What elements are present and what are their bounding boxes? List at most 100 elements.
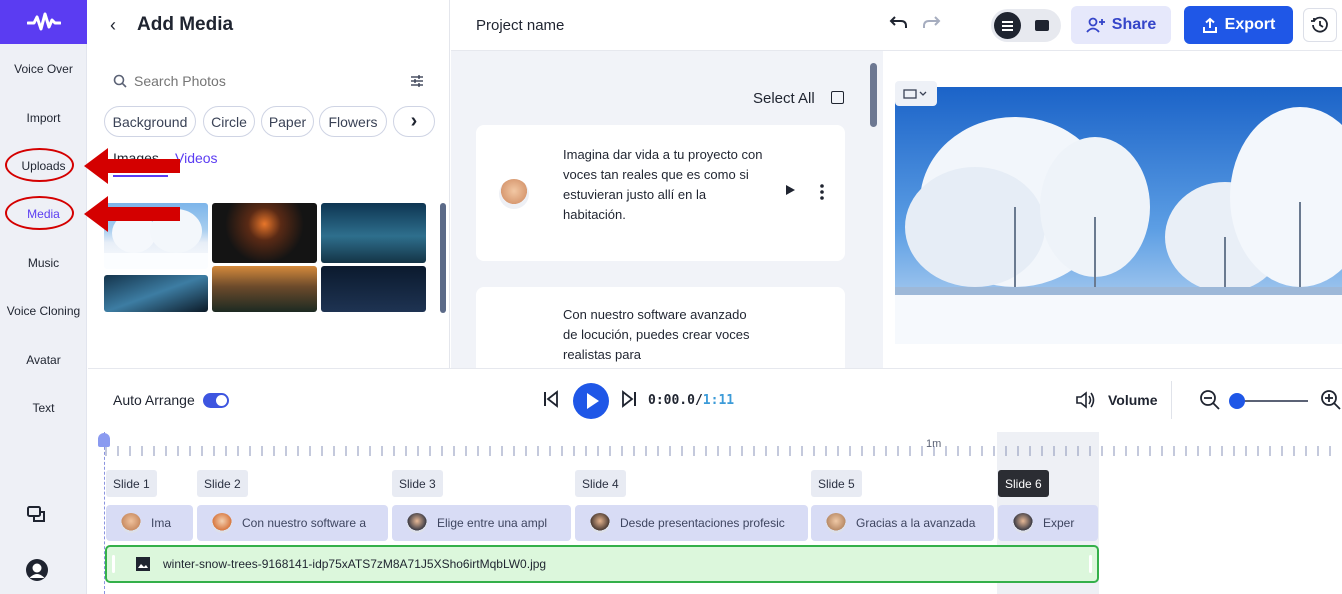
total-time: 1:11	[702, 393, 735, 408]
sidebar-item-label: Avatar	[26, 353, 61, 367]
filter-sliders-icon[interactable]	[410, 74, 424, 93]
script-card-text[interactable]: Con nuestro software avanzado de locució…	[563, 305, 763, 365]
export-button[interactable]: Export	[1184, 6, 1293, 44]
user-avatar-icon[interactable]	[25, 558, 49, 587]
script-card[interactable]: Con nuestro software avanzado de locució…	[476, 287, 845, 368]
chat-icon[interactable]	[26, 504, 48, 531]
zoom-out-icon[interactable]	[1199, 389, 1221, 416]
media-thumbnail-underwater[interactable]	[321, 203, 426, 263]
clip-handle-right[interactable]	[1089, 555, 1092, 573]
slide-tag-5[interactable]: Slide 5	[811, 470, 862, 497]
slide-label: Slide 4	[582, 476, 619, 491]
chevron-right-icon: ›	[410, 110, 418, 132]
aspect-ratio-icon	[903, 88, 927, 99]
history-button[interactable]	[1303, 8, 1337, 42]
time-separator: /	[694, 393, 703, 408]
sidebar-item-voice-over[interactable]: Voice Over	[0, 62, 87, 76]
chip-paper[interactable]: Paper	[261, 106, 314, 137]
slide-tag-3[interactable]: Slide 3	[392, 470, 443, 497]
slide-preview	[884, 51, 1342, 368]
annotation-ellipse-media	[5, 196, 74, 230]
volume-label[interactable]: Volume	[1108, 392, 1158, 408]
media-thumbnail-night-creature[interactable]	[104, 275, 208, 312]
playback-controls: Auto Arrange 0:00.0/1:11 Volume	[88, 368, 1342, 432]
divider	[1171, 381, 1172, 419]
media-thumbnail-lakeside-house[interactable]	[212, 266, 317, 312]
sidebar-item-import[interactable]: Import	[0, 111, 87, 125]
voice-clip[interactable]: Exper	[998, 505, 1098, 541]
view-mode-toggle[interactable]	[991, 9, 1061, 42]
play-button[interactable]	[573, 383, 609, 419]
slide-label: Slide 6	[1005, 476, 1042, 491]
chip-flowers[interactable]: Flowers	[319, 106, 387, 137]
chip-background[interactable]: Background	[104, 106, 196, 137]
sidebar-item-avatar[interactable]: Avatar	[0, 353, 87, 367]
sidebar-item-label: Text	[32, 401, 55, 415]
search-icon	[113, 74, 127, 93]
chips-next-button[interactable]: ›	[393, 106, 435, 137]
voice-clip[interactable]: Ima	[106, 505, 193, 541]
volume-icon[interactable]	[1074, 389, 1096, 416]
script-card-text[interactable]: Imagina dar vida a tu proyecto con voces…	[563, 145, 763, 225]
search-input[interactable]	[134, 70, 394, 92]
slide-tag-1[interactable]: Slide 1	[106, 470, 157, 497]
skip-back-icon[interactable]	[542, 390, 560, 413]
sidebar-item-label: Voice Over	[14, 62, 73, 76]
annotation-arrows	[84, 148, 180, 232]
skip-forward-icon[interactable]	[620, 390, 638, 413]
script-scrollbar[interactable]	[870, 63, 877, 127]
add-user-icon	[1086, 17, 1105, 33]
back-chevron-icon[interactable]: ‹	[110, 15, 116, 36]
media-thumbnail-dark-figure[interactable]	[212, 203, 317, 263]
aspect-ratio-dropdown[interactable]	[895, 81, 937, 106]
media-scrollbar[interactable]	[440, 203, 446, 313]
slide-tag-4[interactable]: Slide 4	[575, 470, 626, 497]
select-all-label: Select All	[753, 90, 815, 107]
auto-arrange-toggle[interactable]	[203, 393, 229, 408]
script-panel: Select All Imagina dar vida a tu proyect…	[451, 51, 883, 368]
avatar	[1013, 513, 1033, 533]
avatar	[212, 513, 232, 533]
zoom-in-icon[interactable]	[1320, 389, 1342, 416]
timeline-ruler[interactable]	[88, 432, 1342, 462]
media-thumbnail-night-sky[interactable]	[321, 266, 426, 312]
voice-clip-text: Ima	[151, 516, 172, 530]
voice-clip[interactable]: Desde presentaciones profesic	[575, 505, 808, 541]
voice-clip-text: Exper	[1043, 516, 1075, 530]
sidebar: Voice Over Import Uploads Media Music Vo…	[0, 0, 87, 594]
more-options-icon[interactable]	[819, 183, 825, 206]
avatar	[407, 513, 427, 533]
sidebar-item-text[interactable]: Text	[0, 401, 87, 415]
clip-handle-left[interactable]	[112, 555, 115, 573]
timeline: 1m Slide 1 Slide 2 Slide 3 Slide 4 Slide…	[88, 432, 1342, 594]
sidebar-item-label: Import	[26, 111, 61, 125]
voice-clip-text: Elige entre una ampl	[437, 516, 548, 530]
play-icon[interactable]	[783, 183, 797, 202]
app-logo[interactable]	[0, 0, 87, 44]
slide-label: Slide 3	[399, 476, 436, 491]
export-label: Export	[1224, 16, 1276, 33]
avatar	[826, 513, 846, 533]
slide-tag-2[interactable]: Slide 2	[197, 470, 248, 497]
time-display: 0:00.0/1:11	[648, 393, 734, 408]
share-button[interactable]: Share	[1071, 6, 1171, 44]
sidebar-item-music[interactable]: Music	[0, 256, 87, 270]
voice-clip[interactable]: Elige entre una ampl	[392, 505, 571, 541]
project-name[interactable]: Project name	[476, 17, 564, 34]
media-clip[interactable]: winter-snow-trees-9168141-idp75xATS7zM8A…	[105, 545, 1099, 583]
app: Voice Over Import Uploads Media Music Vo…	[0, 0, 1342, 594]
sidebar-item-label: Music	[27, 256, 60, 270]
zoom-slider-handle[interactable]	[1229, 393, 1245, 409]
voice-clip[interactable]: Con nuestro software a	[197, 505, 388, 541]
chip-circle[interactable]: Circle	[203, 106, 255, 137]
zoom-slider-track[interactable]	[1238, 400, 1308, 402]
undo-icon[interactable]	[889, 14, 909, 37]
playhead-handle[interactable]	[98, 433, 110, 447]
redo-icon[interactable]	[921, 14, 941, 37]
script-card[interactable]: Imagina dar vida a tu proyecto con voces…	[476, 125, 845, 261]
voice-clip[interactable]: Gracias a la avanzada	[811, 505, 994, 541]
sidebar-item-voice-cloning[interactable]: Voice Cloning	[0, 304, 87, 318]
slide-tag-6[interactable]: Slide 6	[998, 470, 1049, 497]
preview-image[interactable]	[895, 87, 1342, 344]
select-all-checkbox[interactable]	[831, 91, 844, 104]
